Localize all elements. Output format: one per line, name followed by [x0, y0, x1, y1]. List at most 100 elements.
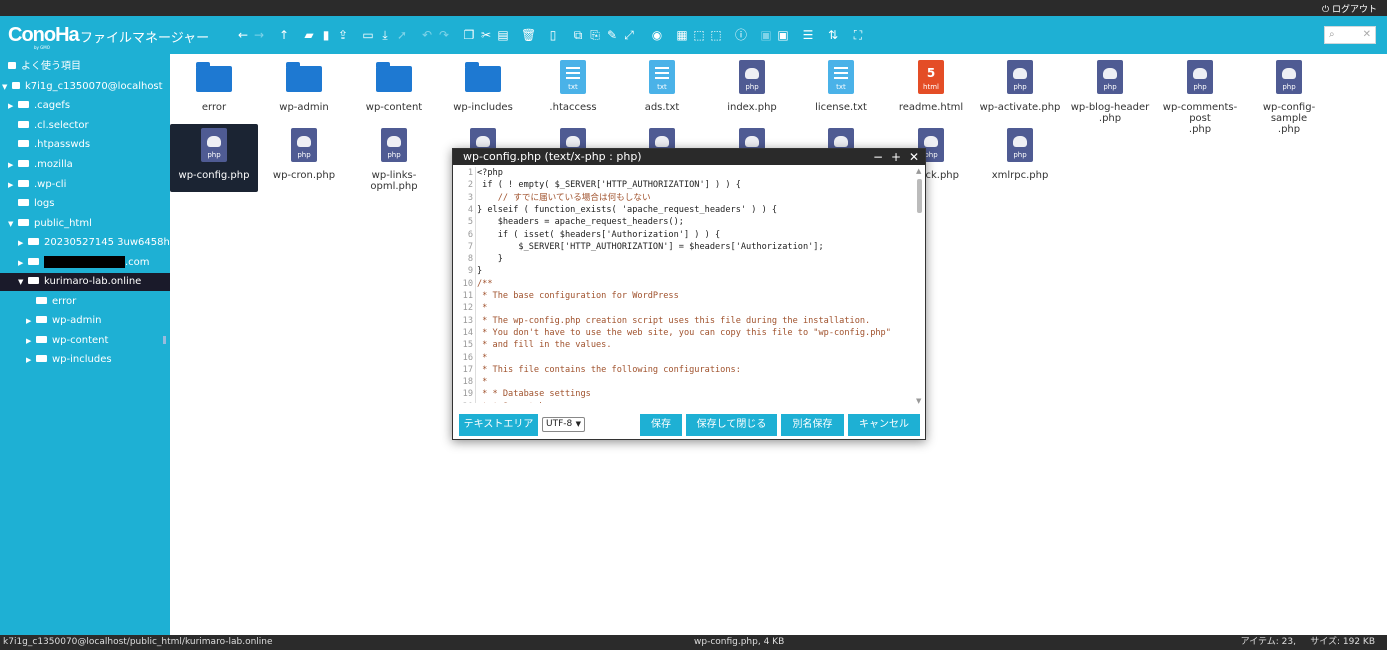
paste-icon[interactable]: ▤	[496, 28, 510, 42]
download-icon[interactable]: ⤓	[378, 28, 392, 42]
extract-icon[interactable]: ▣	[759, 28, 773, 42]
sidebar-item-domain2[interactable]: ▶ .com	[18, 254, 150, 272]
textarea-button[interactable]: テキストエリア	[459, 414, 538, 436]
file-item-error[interactable]: error	[170, 56, 258, 124]
info-icon[interactable]: ⓘ	[734, 28, 748, 42]
file-item-wp-links-opml[interactable]: php wp-links-opml.php	[350, 124, 438, 192]
file-item-wp-activate[interactable]: php wp-activate.php	[976, 56, 1064, 124]
sidebar-item-domain1[interactable]: ▶ 20230527145 3uw6458h7.com	[18, 234, 170, 252]
forward-icon[interactable]: →	[252, 28, 266, 42]
chevron-right-icon[interactable]: ▶	[18, 254, 28, 272]
file-item-wp-admin[interactable]: wp-admin	[260, 56, 348, 124]
chevron-right-icon[interactable]: ▶	[26, 312, 36, 330]
view-list-icon[interactable]: ☰	[801, 28, 815, 42]
chevron-down-icon[interactable]: ▼	[2, 78, 12, 96]
new-file-icon[interactable]: ▮	[319, 28, 333, 42]
upload-icon[interactable]: ⇪	[336, 28, 350, 42]
file-item-wp-content[interactable]: wp-content	[350, 56, 438, 124]
sidebar-item-wp-admin[interactable]: ▶ wp-admin	[26, 312, 101, 330]
file-item-htaccess[interactable]: txt .htaccess	[529, 56, 617, 124]
save-close-button[interactable]: 保存して閉じる	[686, 414, 777, 436]
file-item-xmlrpc[interactable]: php xmlrpc.php	[976, 124, 1064, 192]
txt-file-icon: txt	[828, 60, 854, 94]
rename-icon[interactable]: ⎘	[588, 28, 602, 42]
sidebar-item-error[interactable]: error	[36, 293, 76, 311]
chevron-right-icon[interactable]: ▶	[26, 332, 36, 350]
file-item-license-txt[interactable]: txt license.txt	[797, 56, 885, 124]
sidebar-item-favorites[interactable]: よく使う項目	[8, 58, 81, 76]
archive-icon[interactable]: ▣	[776, 28, 790, 42]
editor-title-bar[interactable]: wp-config.php (text/x-php : php)	[453, 149, 925, 165]
file-item-readme-html[interactable]: 5 html readme.html	[887, 56, 975, 124]
file-name: wp-links-opml.php	[370, 170, 418, 192]
minimize-icon[interactable]: −	[871, 149, 885, 165]
select-all-icon[interactable]: ▦	[675, 28, 689, 42]
chevron-down-icon[interactable]: ▼	[18, 273, 28, 291]
sort-icon[interactable]: ⇅	[826, 28, 840, 42]
select-invert-icon[interactable]: ⬚	[709, 28, 723, 42]
sidebar-item-cagefs[interactable]: ▶ .cagefs	[8, 97, 70, 115]
sidebar-resize-handle[interactable]	[163, 336, 166, 344]
copy-icon[interactable]: ❐	[462, 28, 476, 42]
new-folder-icon[interactable]: ▰	[302, 28, 316, 42]
chevron-right-icon[interactable]: ▶	[18, 234, 28, 252]
search-input[interactable]: ⌕ ✕	[1324, 26, 1376, 44]
save-button[interactable]: 保存	[640, 414, 682, 436]
undo-icon[interactable]: ↶	[420, 28, 434, 42]
file-item-wp-blog-header[interactable]: php wp-blog-header .php	[1066, 56, 1154, 124]
encoding-select[interactable]: UTF-8 ▼	[542, 417, 585, 432]
chevron-right-icon[interactable]: ▶	[8, 97, 18, 115]
duplicate-icon[interactable]: ⧉	[571, 28, 585, 42]
editor-scrollbar[interactable]: ▲ ▼	[916, 167, 923, 407]
file-item-ads-txt[interactable]: txt ads.txt	[618, 56, 706, 124]
preview-icon[interactable]: ◉	[650, 28, 664, 42]
chevron-right-icon[interactable]: ▶	[8, 156, 18, 174]
fullscreen-icon[interactable]: ⛶	[851, 28, 865, 42]
scroll-down-icon[interactable]: ▼	[916, 397, 921, 405]
close-icon[interactable]: ✕	[907, 149, 921, 165]
file-item-wp-config-sample[interactable]: php wp-config-sample .php	[1245, 56, 1333, 135]
php-file-icon: php	[739, 60, 765, 94]
sidebar-item-root[interactable]: ▼ k7i1g_c1350070@localhost	[2, 78, 163, 96]
cut-icon[interactable]: ✂	[479, 28, 493, 42]
file-item-wp-comments-post[interactable]: php wp-comments-post .php	[1156, 56, 1244, 135]
file-item-wp-config[interactable]: php wp-config.php	[170, 124, 258, 192]
sidebar-item-cl-selector[interactable]: .cl.selector	[18, 117, 89, 135]
maximize-icon[interactable]: +	[889, 149, 903, 165]
scroll-thumb[interactable]	[917, 179, 922, 213]
line-number: 6	[467, 229, 473, 240]
edit-icon[interactable]: ✎	[605, 28, 619, 42]
scroll-up-icon[interactable]: ▲	[916, 167, 921, 175]
save-as-button[interactable]: 別名保存	[781, 414, 844, 436]
chevron-right-icon[interactable]: ▶	[26, 351, 36, 369]
line-number: 16	[462, 352, 473, 363]
file-item-wp-includes[interactable]: wp-includes	[439, 56, 527, 124]
chevron-right-icon[interactable]: ▶	[8, 176, 18, 194]
sidebar-item-htpasswds[interactable]: .htpasswds	[18, 136, 90, 154]
redo-icon[interactable]: ↷	[437, 28, 451, 42]
resize-icon[interactable]: ⤢	[622, 28, 636, 42]
cancel-button[interactable]: キャンセル	[848, 414, 920, 436]
code-line: * * Database settings	[477, 389, 591, 400]
empty-icon[interactable]: ▯	[546, 28, 560, 42]
delete-icon[interactable]: 🗑	[521, 28, 536, 42]
code-area[interactable]: 1 <?php 2 if ( ! empty( $_SERVER['HTTP_AUT…	[457, 167, 917, 403]
sidebar-item-logs[interactable]: logs	[18, 195, 54, 213]
folder-icon	[28, 238, 39, 245]
select-icon[interactable]: ➚	[395, 28, 409, 42]
sidebar-item-wp-cli[interactable]: ▶ .wp-cli	[8, 176, 66, 194]
sidebar-item-kurimaro-lab[interactable]: ▼ kurimaro-lab.online	[0, 273, 170, 291]
sidebar-item-wp-content[interactable]: ▶ wp-content	[26, 332, 108, 350]
sidebar-item-public-html[interactable]: ▼ public_html	[8, 215, 92, 233]
logout-link[interactable]: ⏻ ログアウト	[1322, 2, 1377, 15]
clear-icon[interactable]: ✕	[1363, 27, 1371, 43]
select-none-icon[interactable]: ⬚	[692, 28, 706, 42]
up-icon[interactable]: ↑	[277, 28, 291, 42]
open-icon[interactable]: ▭	[361, 28, 375, 42]
back-icon[interactable]: ←	[236, 28, 250, 42]
chevron-down-icon[interactable]: ▼	[8, 215, 18, 233]
file-item-index-php[interactable]: php index.php	[708, 56, 796, 124]
sidebar-item-wp-includes[interactable]: ▶ wp-includes	[26, 351, 112, 369]
sidebar-item-mozilla[interactable]: ▶ .mozilla	[8, 156, 73, 174]
file-item-wp-cron[interactable]: php wp-cron.php	[260, 124, 348, 192]
